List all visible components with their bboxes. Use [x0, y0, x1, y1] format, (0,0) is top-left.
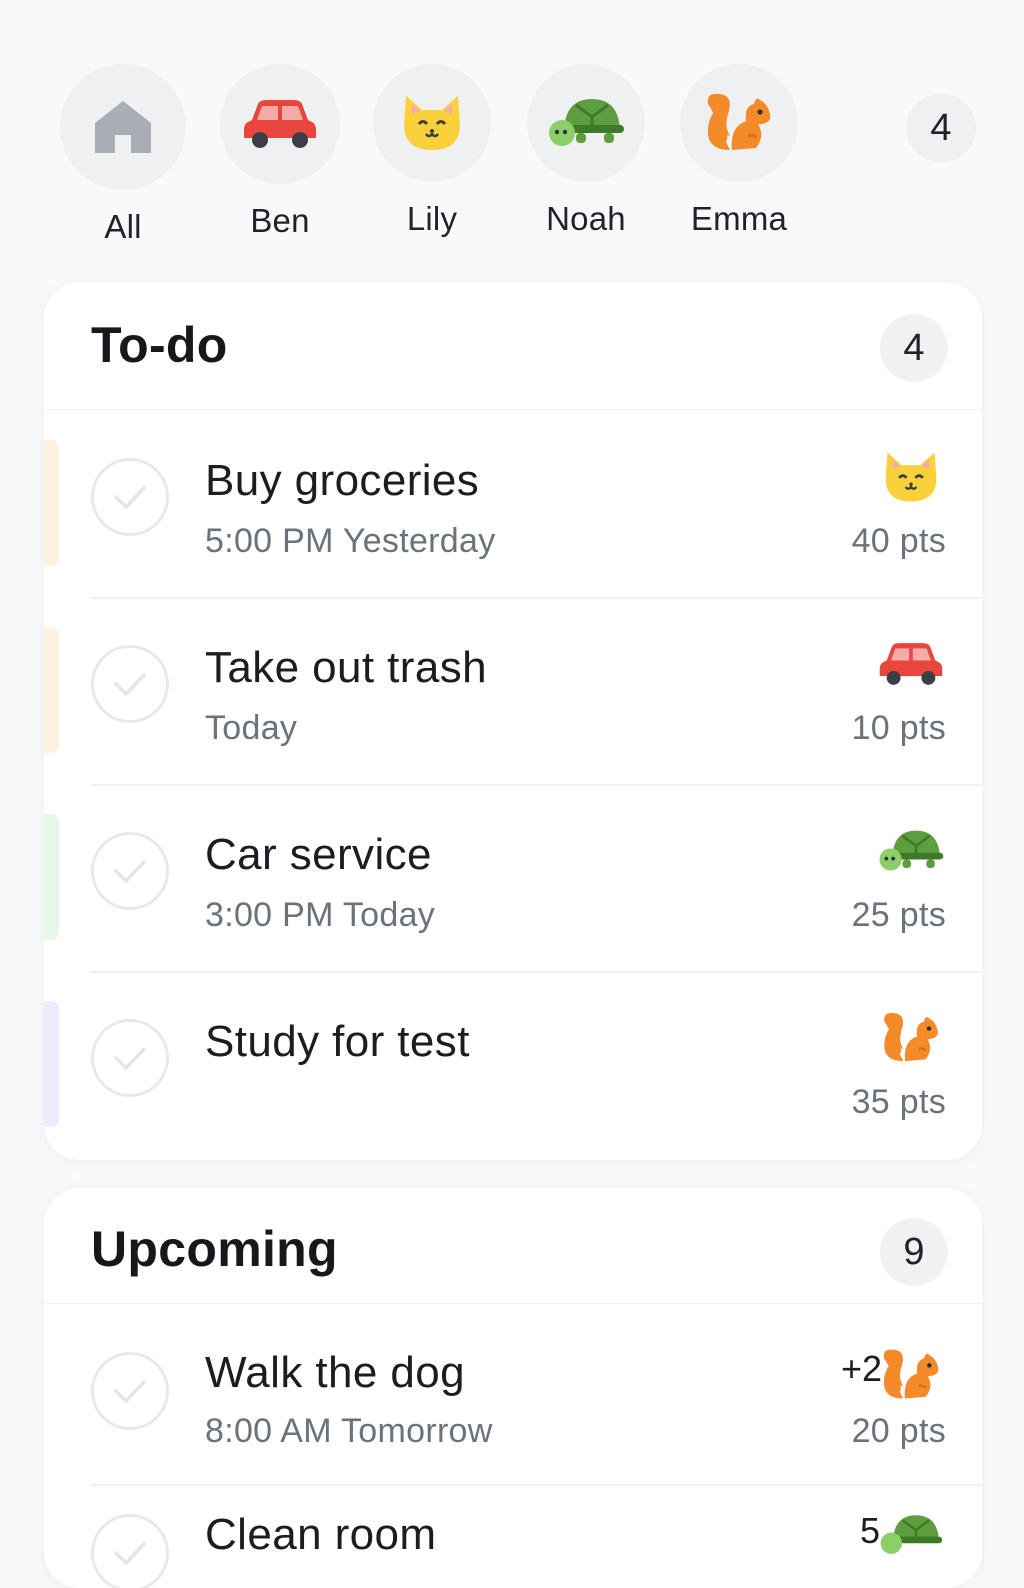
task-title: Buy groceries [205, 456, 480, 505]
todo-section: To-do 4 Buy groceries 5:00 PM Yesterday … [44, 282, 982, 1160]
task-checkbox[interactable] [91, 1514, 169, 1588]
task-points: 20 pts [851, 1412, 946, 1450]
home-icon [95, 101, 151, 153]
filter-ben[interactable]: Ben [205, 64, 355, 254]
check-icon [114, 486, 146, 509]
car-icon [879, 643, 943, 685]
upcoming-title: Upcoming [91, 1221, 338, 1277]
task-accent-bar [44, 1001, 59, 1127]
member-filter-bar: All Ben Lily Noah Emma 4 [0, 0, 1024, 270]
task-accent-bar [44, 814, 59, 940]
task-due-time: 8:00 AM Tomorrow [205, 1412, 493, 1450]
task-row[interactable]: Study for test 35 pts [44, 971, 982, 1158]
task-accent-bar [44, 440, 59, 566]
upcoming-count-badge: 9 [880, 1218, 948, 1286]
squirrel-icon [884, 1012, 938, 1062]
task-row[interactable]: Clean room 5 [44, 1484, 982, 1588]
task-row[interactable]: Car service 3:00 PM Today 25 pts [44, 784, 982, 971]
filter-noah-avatar [527, 64, 645, 182]
task-checkbox[interactable] [91, 458, 169, 536]
check-icon [114, 860, 146, 883]
task-title: Walk the dog [205, 1348, 465, 1397]
todo-header: To-do 4 [44, 282, 982, 410]
task-assignee-avatar [876, 1344, 946, 1406]
cat-icon [404, 96, 460, 150]
todo-title: To-do [91, 317, 228, 373]
turtle-icon [549, 99, 624, 146]
cat-icon [885, 452, 937, 502]
task-checkbox[interactable] [91, 832, 169, 910]
todo-count-badge: 4 [880, 314, 948, 382]
squirrel-icon [883, 1349, 939, 1399]
task-assignee-avatar [876, 820, 946, 882]
check-icon [114, 1542, 146, 1565]
filter-count-badge[interactable]: 4 [906, 94, 976, 162]
filter-noah[interactable]: Noah [511, 64, 661, 254]
filter-all-label: All [104, 208, 142, 245]
car-icon [244, 100, 316, 148]
task-assignee-avatar [876, 446, 946, 508]
task-checkbox[interactable] [91, 1019, 169, 1097]
task-assignee-avatar [876, 633, 946, 695]
filter-lily[interactable]: Lily [357, 64, 507, 254]
task-row[interactable]: Take out trash Today 10 pts [44, 597, 982, 784]
task-row[interactable]: Buy groceries 5:00 PM Yesterday 40 pts [44, 410, 982, 597]
squirrel-icon [707, 93, 771, 150]
task-assignee-avatar [876, 1504, 946, 1566]
turtle-icon [879, 830, 944, 871]
task-points: 40 pts [851, 522, 946, 560]
task-row[interactable]: Walk the dog 8:00 AM Tomorrow +2 20 pts [44, 1304, 982, 1484]
task-points: 35 pts [851, 1083, 946, 1121]
filter-lily-label: Lily [406, 200, 458, 237]
filter-all[interactable]: All [48, 64, 198, 254]
filter-lily-avatar [373, 64, 491, 182]
task-title: Car service [205, 830, 432, 879]
task-due-time: 3:00 PM Today [205, 896, 436, 934]
upcoming-section: Upcoming 9 Walk the dog 8:00 AM Tomorrow… [44, 1188, 982, 1588]
task-title: Study for test [205, 1017, 470, 1066]
task-checkbox[interactable] [91, 1352, 169, 1430]
filter-noah-label: Noah [546, 200, 626, 237]
filter-all-avatar [60, 64, 186, 190]
upcoming-header: Upcoming 9 [44, 1188, 982, 1304]
check-icon [114, 1047, 146, 1070]
task-due-time: Today [205, 709, 298, 747]
task-accent-bar [44, 627, 59, 753]
task-points: 25 pts [851, 896, 946, 934]
filter-emma-avatar [680, 64, 798, 182]
task-assignee-avatar [876, 1007, 946, 1069]
check-icon [114, 673, 146, 696]
filter-ben-avatar [220, 64, 340, 184]
task-checkbox[interactable] [91, 645, 169, 723]
filter-ben-label: Ben [250, 202, 310, 239]
task-due-time: 5:00 PM Yesterday [205, 522, 496, 560]
check-icon [114, 1380, 146, 1403]
task-title: Clean room [205, 1510, 437, 1559]
task-title: Take out trash [205, 643, 487, 692]
task-points: 10 pts [851, 709, 946, 747]
turtle-icon [880, 1515, 943, 1554]
filter-emma[interactable]: Emma [664, 64, 814, 254]
filter-emma-label: Emma [690, 200, 788, 237]
